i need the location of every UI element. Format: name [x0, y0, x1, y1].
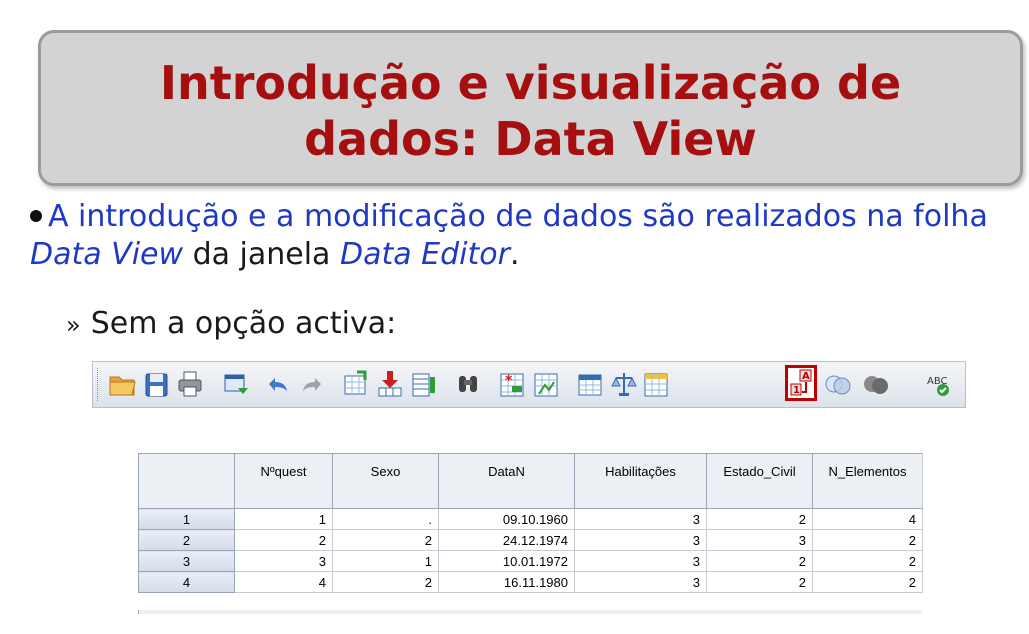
select-cases-icon[interactable] — [641, 368, 671, 400]
weight-cases-icon[interactable] — [609, 368, 639, 400]
table-cell[interactable]: 3 — [574, 571, 707, 593]
title-line-1: Introdução e visualização de — [159, 56, 902, 110]
slide-title-box: Introdução e visualização de dados: Data… — [38, 30, 1023, 186]
row-header[interactable]: 2 — [138, 529, 235, 551]
variables-icon[interactable] — [409, 368, 439, 400]
data-editor-term: Data Editor — [339, 237, 510, 272]
save-icon[interactable] — [141, 368, 171, 400]
table-cell[interactable]: 2 — [706, 550, 813, 572]
print-icon[interactable] — [175, 368, 205, 400]
use-variable-sets-icon[interactable] — [823, 368, 853, 400]
spss-toolbar: * A1 ABC — [92, 361, 966, 408]
bullet-mid-text: da janela — [183, 237, 340, 272]
row-header[interactable]: 4 — [138, 571, 235, 593]
table-row: 4 4 2 16.11.1980 3 2 2 — [138, 571, 923, 593]
sub-bullet-mark: » — [66, 311, 81, 339]
toolbar-grip[interactable] — [97, 368, 101, 401]
data-view-term: Data View — [30, 237, 184, 272]
column-header-nquest[interactable]: Nºquest — [234, 453, 333, 509]
data-view-grid: Nºquest Sexo DataN Habilitações Estado_C… — [138, 453, 923, 593]
table-cell[interactable]: 2 — [332, 571, 439, 593]
table-cell[interactable]: 3 — [574, 550, 707, 572]
svg-text:1: 1 — [793, 385, 800, 396]
goto-case-icon[interactable] — [341, 368, 371, 400]
bullet-paragraph: A introdução e a modificação de dados sã… — [30, 198, 1025, 274]
value-labels-icon[interactable]: A1 — [785, 365, 817, 401]
undo-icon[interactable] — [263, 368, 293, 400]
bullet-text: A introdução e a modificação de dados sã… — [48, 199, 988, 234]
table-cell[interactable]: 16.11.1980 — [438, 571, 575, 593]
column-header-estado-civil[interactable]: Estado_Civil — [706, 453, 813, 509]
table-row: 2 2 2 24.12.1974 3 3 2 — [138, 529, 923, 551]
column-header-n-elementos[interactable]: N_Elementos — [812, 453, 923, 509]
show-all-variables-icon[interactable] — [861, 368, 891, 400]
column-header-habilitacoes[interactable]: Habilitações — [574, 453, 707, 509]
title-line-2: dados: Data View — [304, 112, 757, 166]
table-cell[interactable]: 4 — [812, 508, 923, 530]
sub-bullet-text: Sem a opção activa: — [90, 306, 397, 341]
insert-variable-icon[interactable] — [531, 368, 561, 400]
corner-header[interactable] — [138, 453, 235, 509]
table-cell[interactable]: 2 — [812, 550, 923, 572]
table-cell[interactable]: 2 — [812, 529, 923, 551]
open-folder-icon[interactable] — [107, 368, 137, 400]
row-header[interactable]: 1 — [138, 508, 235, 530]
sub-bullet: » Sem a opção activa: — [66, 305, 396, 344]
bullet-dot-icon — [30, 209, 42, 222]
table-cell[interactable]: 3 — [234, 550, 333, 572]
grid-next-row-edge — [138, 610, 922, 614]
grid-header-row: Nºquest Sexo DataN Habilitações Estado_C… — [138, 453, 923, 509]
svg-text:A: A — [802, 371, 810, 382]
table-cell[interactable]: 3 — [706, 529, 813, 551]
table-cell[interactable]: 24.12.1974 — [438, 529, 575, 551]
table-cell[interactable]: 1 — [234, 508, 333, 530]
insert-cases-icon[interactable]: * — [497, 368, 527, 400]
spell-check-icon[interactable]: ABC — [925, 368, 955, 400]
table-cell[interactable]: 2 — [332, 529, 439, 551]
goto-variable-icon[interactable] — [375, 368, 405, 400]
table-cell[interactable]: 2 — [234, 529, 333, 551]
column-header-datan[interactable]: DataN — [438, 453, 575, 509]
table-cell[interactable]: 10.01.1972 — [438, 550, 575, 572]
split-file-icon[interactable] — [575, 368, 605, 400]
svg-text:*: * — [505, 373, 513, 389]
row-header[interactable]: 3 — [138, 550, 235, 572]
table-cell[interactable]: 2 — [812, 571, 923, 593]
column-header-sexo[interactable]: Sexo — [332, 453, 439, 509]
table-row: 1 1 . 09.10.1960 3 2 4 — [138, 508, 923, 530]
table-cell[interactable]: 1 — [332, 550, 439, 572]
slide-title: Introdução e visualização de dados: Data… — [41, 55, 1020, 167]
table-cell[interactable]: 2 — [706, 508, 813, 530]
find-icon[interactable] — [453, 368, 483, 400]
table-cell[interactable]: 09.10.1960 — [438, 508, 575, 530]
table-cell[interactable]: 3 — [574, 508, 707, 530]
redo-icon[interactable] — [297, 368, 327, 400]
dialog-recall-icon[interactable] — [221, 368, 251, 400]
table-cell[interactable]: 4 — [234, 571, 333, 593]
bullet-end-text: . — [509, 237, 520, 272]
table-cell[interactable]: 3 — [574, 529, 707, 551]
table-cell[interactable]: 2 — [706, 571, 813, 593]
table-cell[interactable]: . — [332, 508, 439, 530]
table-row: 3 3 1 10.01.1972 3 2 2 — [138, 550, 923, 572]
